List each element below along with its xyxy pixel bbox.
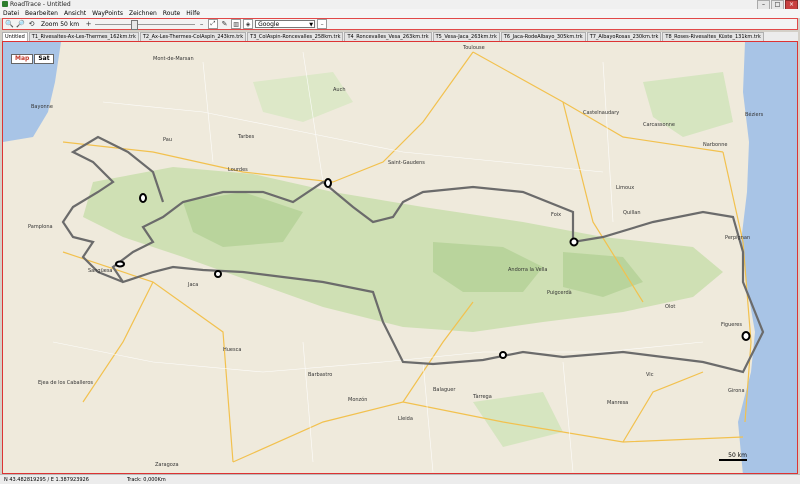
status-track: Track: 0,000Km — [126, 476, 166, 483]
place-label: Zaragoza — [155, 462, 179, 468]
menu-bearbeiten[interactable]: Bearbeiten — [22, 10, 61, 17]
place-label: Figueres — [721, 322, 742, 328]
place-label: Carcassonne — [643, 122, 675, 128]
place-label: Olot — [665, 304, 676, 310]
tab-track-7[interactable]: T7_AlbayoRosas_230km.trk — [586, 32, 662, 41]
waypoint-marker[interactable] — [115, 260, 125, 268]
map-type-sat-button[interactable]: Sat — [34, 54, 54, 64]
place-label: Huesca — [223, 347, 242, 353]
place-label: Jaca — [188, 282, 199, 288]
map-canvas[interactable] — [3, 42, 798, 474]
place-label: Sangüesa — [88, 268, 113, 274]
map-type-switch: Map Sat — [11, 54, 54, 64]
place-label: Girona — [728, 388, 745, 394]
track-tabs: Untitled T1_Rivesaltes-Ax-Les-Thermes_16… — [2, 32, 798, 41]
tab-track-6[interactable]: T6_Jaca-RodeAlbayo_305km.trk — [500, 32, 586, 41]
place-label: Monzón — [348, 397, 368, 403]
place-label: Tarbes — [238, 134, 255, 140]
tab-track-4[interactable]: T4_Roncevalles_Vesa_263km.trk — [344, 32, 432, 41]
menu-waypoints[interactable]: WayPoints — [89, 10, 126, 17]
tab-track-8[interactable]: T8_Roses-Rivesaltes_Küste_131km.trk — [662, 32, 764, 41]
waypoint-marker[interactable] — [214, 270, 222, 278]
slider-thumb[interactable] — [131, 19, 139, 30]
place-label: Vic — [646, 372, 654, 378]
tab-track-3[interactable]: T3_ColAspin-Roncevalles_258km.trk — [247, 32, 344, 41]
pencil-icon[interactable]: ✎ — [220, 20, 229, 29]
place-label: Foix — [551, 212, 562, 218]
layout-icon[interactable]: ▥ — [231, 19, 242, 29]
place-label: Béziers — [745, 112, 764, 118]
window-controls: – □ × — [757, 0, 798, 10]
place-label: Puigcerdà — [547, 290, 572, 296]
menu-hilfe[interactable]: Hilfe — [183, 10, 203, 17]
waypoint-marker[interactable] — [569, 237, 579, 247]
app-icon — [2, 1, 8, 7]
place-label: Lleida — [398, 416, 413, 422]
tab-track-1[interactable]: T1_Rivesaltes-Ax-Les-Thermes_162km.trk — [28, 32, 139, 41]
place-label: Narbonne — [703, 142, 728, 148]
place-label: Tàrrega — [473, 394, 492, 400]
zoom-out-icon[interactable]: 🔎 — [16, 20, 25, 29]
menu-zeichnen[interactable]: Zeichnen — [126, 10, 160, 17]
fit-view-icon[interactable]: ⤢ — [208, 19, 219, 29]
place-label: Ejea de los Caballeros — [38, 380, 94, 386]
place-label: Quillan — [623, 210, 641, 216]
waypoint-marker[interactable] — [324, 178, 332, 188]
place-label: Mont-de-Marsan — [153, 56, 194, 62]
tab-untitled[interactable]: Untitled — [2, 32, 28, 41]
menu-bar: Datei Bearbeiten Ansicht WayPoints Zeich… — [0, 9, 800, 18]
menu-datei[interactable]: Datei — [0, 10, 22, 17]
place-label: Toulouse — [463, 45, 485, 51]
status-coords: N 43.482819295 / E 1.387923926 — [4, 476, 89, 483]
place-label: Pau — [163, 137, 173, 143]
menu-route[interactable]: Route — [160, 10, 183, 17]
mediterranean-sea — [738, 42, 797, 473]
waypoint-icon[interactable]: ◈ — [243, 19, 254, 29]
zoom-slider[interactable] — [95, 19, 196, 30]
toolbar: 🔍 🔎 ⟲ Zoom 50 km + – ⤢ ✎ ▥ ◈ Google ▼ – — [2, 18, 798, 30]
place-label: Andorra la Vella — [508, 267, 548, 273]
place-label: Lourdes — [228, 167, 248, 173]
waypoint-marker[interactable] — [139, 193, 147, 203]
refresh-icon[interactable]: ⟲ — [27, 20, 36, 29]
map-type-map-button[interactable]: Map — [11, 54, 34, 64]
slider-track — [95, 23, 196, 25]
chevron-down-icon: ▼ — [309, 22, 314, 28]
map-view[interactable]: Map Sat Toulouse Tarbes Pau Lourdes Carc… — [2, 41, 798, 474]
map-source-select[interactable]: Google ▼ — [255, 20, 316, 28]
menu-ansicht[interactable]: Ansicht — [61, 10, 89, 17]
tab-track-5[interactable]: T5_Vesa-Jaca_263km.trk — [432, 32, 500, 41]
place-label: Castelnaudary — [583, 110, 620, 116]
map-source-value: Google — [258, 21, 280, 28]
zoom-plus-icon[interactable]: + — [84, 20, 93, 29]
waypoint-marker[interactable] — [741, 331, 751, 341]
place-label: Perpignan — [725, 235, 751, 241]
zoom-label: Zoom 50 km — [41, 20, 80, 28]
map-scale: 50 km — [719, 452, 747, 461]
place-label: Limoux — [616, 185, 635, 191]
place-label: Barbastro — [308, 372, 333, 378]
place-label: Balaguer — [433, 387, 456, 393]
place-label: Manresa — [607, 400, 629, 406]
place-label: Pamplona — [28, 224, 53, 230]
place-label: Auch — [333, 87, 346, 93]
remove-icon[interactable]: – — [317, 19, 328, 29]
place-label: Bayonne — [31, 104, 53, 110]
waypoint-marker[interactable] — [499, 351, 507, 359]
zoom-minus-icon[interactable]: – — [197, 20, 206, 29]
tab-track-2[interactable]: T2_Ax-Les-Thermes-ColAspin_243km.trk — [139, 32, 247, 41]
zoom-in-icon[interactable]: 🔍 — [5, 20, 14, 29]
place-label: Saint-Gaudens — [388, 160, 425, 166]
window-title: RoadTrace - Untitled — [10, 1, 71, 8]
